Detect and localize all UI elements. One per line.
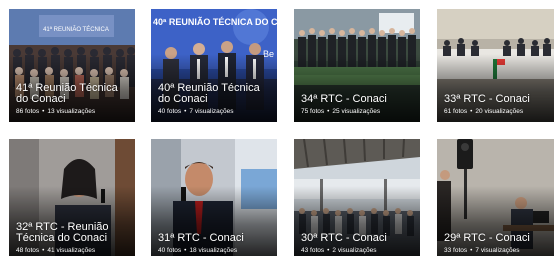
album-card[interactable]: 30ª RTC - Conaci 43 fotos • 2 visualizaçõe… xyxy=(294,139,420,256)
photo-count: 33 fotos xyxy=(444,247,468,254)
banner-text: 40ª REUNIÃO TÉCNICA DO CONACI xyxy=(153,17,277,27)
album-title: 31ª RTC - Conaci xyxy=(158,232,244,244)
album-meta: 61 fotos • 20 visualizações xyxy=(444,108,524,115)
album-card[interactable]: 29ª RTC - Conaci 33 fotos • 7 visualizaçõe… xyxy=(437,139,554,256)
album-card[interactable]: 41ª REUNIÃO TÉCNICA 41ª Reunião Técnica … xyxy=(9,9,135,122)
album-caption: 34ª RTC - Conaci 75 fotos • 25 visualizaçõ… xyxy=(301,94,416,116)
album-caption: 30ª RTC - Conaci 43 fotos • 2 visualizaçõe… xyxy=(301,233,416,255)
album-caption: 31ª RTC - Conaci 40 fotos • 18 visualizaçõ… xyxy=(158,233,273,255)
album-card[interactable]: 40ª REUNIÃO TÉCNICA DO CONACI Be 40ª Reu… xyxy=(151,9,277,122)
album-caption: 40ª Reunião Técnica do Conaci 40 fotos • 7… xyxy=(158,83,273,116)
album-caption: 41ª Reunião Técnica do Conaci 86 fotos • 1… xyxy=(16,83,131,116)
album-meta: 40 fotos • 18 visualizações xyxy=(158,247,238,254)
photo-count: 48 fotos xyxy=(16,247,40,254)
album-title: 29ª RTC - Conaci xyxy=(444,232,530,244)
banner-text: 41ª REUNIÃO TÉCNICA xyxy=(43,26,109,33)
album-meta: 43 fotos • 2 visualizações xyxy=(301,247,377,254)
photo-count: 75 fotos xyxy=(301,108,325,115)
view-count: 2 visualizações xyxy=(332,247,377,254)
album-title: 41ª Reunião Técnica do Conaci xyxy=(16,82,118,105)
view-count: 41 visualizações xyxy=(47,247,96,254)
photo-count: 86 fotos xyxy=(16,108,40,115)
view-count: 25 visualizações xyxy=(332,108,381,115)
view-count: 7 visualizações xyxy=(189,108,234,115)
view-count: 7 visualizações xyxy=(475,247,520,254)
album-title: 32ª RTC - Reunião Técnica do Conaci xyxy=(16,221,109,244)
photo-count: 43 fotos xyxy=(301,247,325,254)
album-card[interactable]: 34ª RTC - Conaci 75 fotos • 25 visualizaçõ… xyxy=(294,9,420,122)
album-caption: 29ª RTC - Conaci 33 fotos • 7 visualizaçõe… xyxy=(444,233,550,255)
album-title: 30ª RTC - Conaci xyxy=(301,232,387,244)
photo-count: 40 fotos xyxy=(158,247,182,254)
view-count: 20 visualizações xyxy=(475,108,524,115)
album-title: 33ª RTC - Conaci xyxy=(444,93,530,105)
album-caption: 32ª RTC - Reunião Técnica do Conaci 48 f… xyxy=(16,222,131,255)
album-grid: 41ª REUNIÃO TÉCNICA 41ª Reunião Técnica … xyxy=(0,0,554,256)
album-title: 34ª RTC - Conaci xyxy=(301,93,387,105)
album-card[interactable]: 32ª RTC - Reunião Técnica do Conaci 48 f… xyxy=(9,139,135,256)
view-count: 18 visualizações xyxy=(189,247,238,254)
album-meta: 75 fotos • 25 visualizações xyxy=(301,108,381,115)
photo-count: 61 fotos xyxy=(444,108,468,115)
album-title: 40ª Reunião Técnica do Conaci xyxy=(158,82,260,105)
album-meta: 40 fotos • 7 visualizações xyxy=(158,108,234,115)
album-meta: 33 fotos • 7 visualizações xyxy=(444,247,520,254)
album-card[interactable]: 31ª RTC - Conaci 40 fotos • 18 visualizaçõ… xyxy=(151,139,277,256)
album-caption: 33ª RTC - Conaci 61 fotos • 20 visualizaçõ… xyxy=(444,94,550,116)
album-meta: 48 fotos • 41 visualizações xyxy=(16,247,96,254)
album-card[interactable]: 33ª RTC - Conaci 61 fotos • 20 visualizaçõ… xyxy=(437,9,554,122)
view-count: 13 visualizações xyxy=(47,108,96,115)
album-meta: 86 fotos • 13 visualizações xyxy=(16,108,96,115)
photo-count: 40 fotos xyxy=(158,108,182,115)
